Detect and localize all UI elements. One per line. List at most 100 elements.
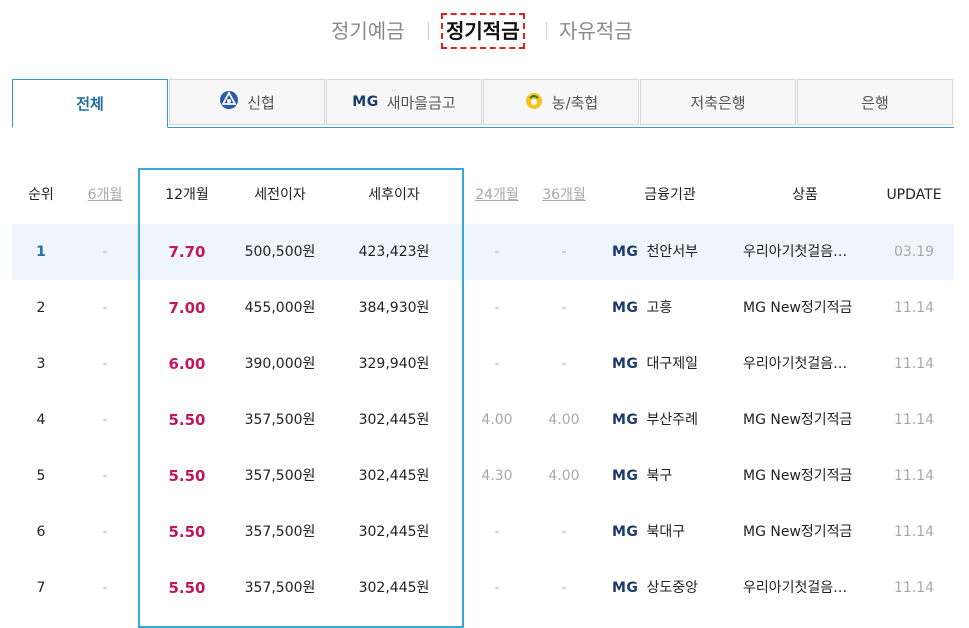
rate-24m-cell: - (494, 356, 500, 372)
mg-logo-icon: MG (612, 524, 639, 540)
table-row[interactable]: 5 - 5.50 357,500원 302,445원 4.30 4.00 MG New정기적금… (12, 448, 954, 504)
rate-36m-cell: 4.00 (548, 468, 580, 484)
tab-installment-savings[interactable]: 정기적금 (441, 13, 525, 49)
header-posttax-interest: 세후이자 (368, 187, 420, 203)
institution-name: 상도중앙 (646, 580, 698, 596)
header-12-months[interactable]: 12개월 (145, 172, 229, 218)
product-cell[interactable]: 우리아기첫걸음… (743, 336, 863, 392)
institution-name: 북대구 (646, 524, 686, 540)
rate-36m-cell: - (561, 244, 567, 260)
table-row[interactable]: 2 - 7.00 455,000원 384,930원 - - MG New정기적금 11.14 M… (12, 280, 954, 336)
rate-6m-cell: - (102, 468, 108, 484)
pretax-interest-cell: 357,500원 (244, 580, 316, 596)
tab-savings-bank[interactable]: 저축은행 (640, 79, 796, 125)
rate-12m-cell: 7.00 (168, 299, 206, 317)
rank-cell: 4 (36, 412, 46, 428)
institution-cell[interactable]: MG 북구 (612, 448, 732, 504)
update-date-cell: 03.19 (893, 244, 935, 260)
tab-all[interactable]: 전체 (12, 79, 168, 128)
header-institution: 금융기관 (644, 187, 696, 203)
tab-label: 저축은행 (690, 93, 746, 112)
rate-24m-cell: - (494, 524, 500, 540)
rate-24m-cell: - (494, 580, 500, 596)
rate-36m-cell: - (561, 524, 567, 540)
institution-cell[interactable]: MG 상도중앙 (612, 560, 732, 616)
tab-separator (546, 22, 547, 40)
rank-cell: 5 (36, 468, 46, 484)
rate-12m-cell: 5.50 (168, 467, 206, 485)
rate-24m-cell: 4.30 (481, 468, 513, 484)
mg-logo-icon: MG (612, 580, 639, 596)
table-row[interactable]: 1 - 7.70 500,500원 423,423원 - - 우리아기첫걸음… 03.19 MG 천… (12, 224, 954, 280)
mg-logo-icon: MG (612, 300, 639, 316)
rate-24m-cell: 4.00 (481, 412, 513, 428)
tab-separator (428, 22, 429, 40)
rate-36m-cell: 4.00 (548, 412, 580, 428)
posttax-interest-cell: 384,930원 (358, 300, 430, 316)
tab-label: 새마을금고 (386, 93, 456, 112)
tab-bank[interactable]: 은행 (797, 79, 953, 125)
tab-label: 은행 (861, 93, 889, 112)
header-pretax-interest: 세전이자 (254, 187, 306, 203)
header-rank: 순위 (28, 187, 54, 203)
tab-label: 농/축협 (551, 93, 599, 112)
institution-name: 북구 (646, 468, 673, 484)
mg-logo-icon: MG (612, 412, 639, 428)
product-cell[interactable]: MG New정기적금 (743, 392, 863, 448)
posttax-interest-cell: 302,445원 (358, 524, 430, 540)
tabs-underline (168, 127, 954, 128)
institution-cell[interactable]: MG 북대구 (612, 504, 732, 560)
institution-name: 고흥 (646, 300, 673, 316)
product-cell[interactable]: 우리아기첫걸음… (743, 560, 863, 616)
header-6-months[interactable]: 6개월 (74, 172, 136, 218)
rate-6m-cell: - (102, 244, 108, 260)
institution-name: 부산주례 (646, 412, 698, 428)
tab-label: 신협 (247, 93, 275, 112)
rank-cell: 2 (36, 300, 46, 316)
rate-24m-cell: - (494, 244, 500, 260)
table-header: 순위 6개월 12개월 세전이자 세후이자 24개월 36개월 금융기관 상품 … (0, 172, 969, 222)
tab-shinhyup[interactable]: 신협 (169, 79, 325, 125)
tab-saemaeul[interactable]: MG 새마을금고 (326, 79, 482, 125)
rate-24m-cell: - (494, 300, 500, 316)
rate-6m-cell: - (102, 524, 108, 540)
table-row[interactable]: 3 - 6.00 390,000원 329,940원 - - 우리아기첫걸음… 11.14 MG 대… (12, 336, 954, 392)
tab-nonghyup[interactable]: 농/축협 (483, 79, 639, 125)
header-36-months[interactable]: 36개월 (533, 172, 595, 218)
update-date-cell: 11.14 (893, 468, 935, 484)
institution-name: 대구제일 (646, 356, 698, 372)
rate-36m-cell: - (561, 300, 567, 316)
update-date-cell: 11.14 (893, 300, 935, 316)
table-row[interactable]: 6 - 5.50 357,500원 302,445원 - - MG New정기적금 11.14 M… (12, 504, 954, 560)
institution-cell[interactable]: MG 부산주례 (612, 392, 732, 448)
institution-type-tabs: 전체 신협 MG 새마을금고 농/축협 저축은행 은행 (12, 79, 954, 128)
update-date-cell: 11.14 (893, 356, 935, 372)
posttax-interest-cell: 329,940원 (358, 356, 430, 372)
rate-6m-cell: - (102, 356, 108, 372)
shinhyup-logo-icon (219, 90, 239, 114)
tab-fixed-deposit[interactable]: 정기예금 (331, 14, 405, 48)
header-update: UPDATE (886, 187, 942, 203)
pretax-interest-cell: 357,500원 (244, 468, 316, 484)
rate-12m-cell: 5.50 (168, 579, 206, 597)
rank-cell: 3 (36, 356, 46, 372)
posttax-interest-cell: 302,445원 (358, 580, 430, 596)
product-cell[interactable]: MG New정기적금 (743, 280, 863, 336)
institution-name: 천안서부 (646, 244, 698, 260)
posttax-interest-cell: 302,445원 (358, 468, 430, 484)
header-24-months[interactable]: 24개월 (466, 172, 528, 218)
update-date-cell: 11.14 (893, 412, 935, 428)
mg-logo-icon: MG (612, 356, 639, 372)
table-row[interactable]: 7 - 5.50 357,500원 302,445원 - - 우리아기첫걸음… 11.14 MG 상… (12, 560, 954, 616)
table-row[interactable]: 4 - 5.50 357,500원 302,445원 4.00 4.00 MG New정기적금… (12, 392, 954, 448)
tab-free-savings[interactable]: 자유적금 (559, 14, 633, 48)
institution-cell[interactable]: MG 고흥 (612, 280, 732, 336)
pretax-interest-cell: 357,500원 (244, 524, 316, 540)
tab-label: 전체 (76, 95, 104, 113)
product-cell[interactable]: 우리아기첫걸음… (743, 224, 863, 280)
institution-cell[interactable]: MG 대구제일 (612, 336, 732, 392)
product-cell[interactable]: MG New정기적금 (743, 504, 863, 560)
product-cell[interactable]: MG New정기적금 (743, 448, 863, 504)
institution-cell[interactable]: MG 천안서부 (612, 224, 732, 280)
update-date-cell: 11.14 (893, 524, 935, 540)
